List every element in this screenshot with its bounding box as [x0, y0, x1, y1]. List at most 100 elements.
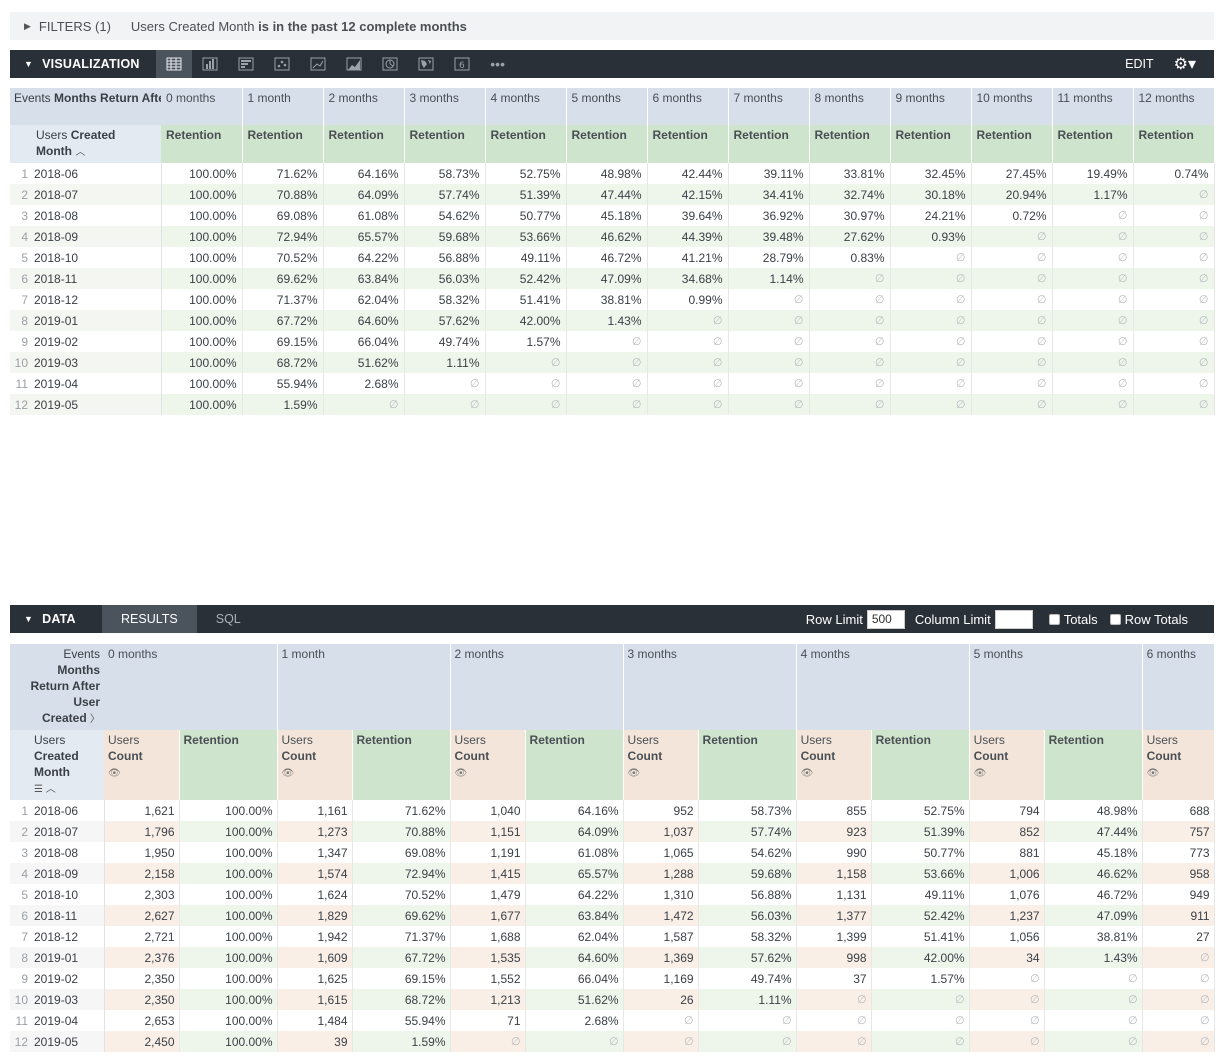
eye-slash-icon[interactable]: 👁 [282, 768, 295, 779]
retention-cell[interactable]: ∅ [1133, 289, 1215, 310]
retention-cell[interactable]: 27.45% [971, 163, 1053, 184]
count-cell[interactable]: ∅ [796, 1010, 872, 1031]
dimension-cell[interactable]: 2019-05 [32, 394, 162, 415]
retention-cell[interactable]: 56.03% [698, 905, 797, 926]
retention-cell[interactable]: 66.04% [323, 331, 405, 352]
measure-header[interactable]: Retention [1052, 125, 1134, 163]
count-cell[interactable]: 990 [796, 842, 872, 863]
retention-cell[interactable]: 64.16% [525, 800, 624, 821]
retention-cell[interactable]: 45.18% [566, 205, 648, 226]
count-cell[interactable]: 1,950 [104, 842, 180, 863]
dimension-cell[interactable]: 2019-04 [32, 373, 162, 394]
count-cell[interactable]: 1,369 [623, 947, 699, 968]
count-cell[interactable]: ∅ [1142, 989, 1215, 1010]
retention-cell[interactable]: 100.00% [179, 800, 278, 821]
measure-header[interactable]: Retention [890, 125, 972, 163]
retention-cell[interactable]: 1.59% [242, 394, 324, 415]
retention-cell[interactable]: 71.62% [352, 800, 451, 821]
retention-cell[interactable]: 49.74% [698, 968, 797, 989]
retention-cell[interactable]: ∅ [1052, 289, 1134, 310]
retention-cell[interactable]: 47.09% [566, 268, 648, 289]
retention-cell[interactable]: ∅ [485, 352, 567, 373]
count-cell[interactable]: 1,535 [450, 947, 526, 968]
sort-ascending-icon[interactable]: ☰ ︿ [34, 784, 56, 795]
retention-cell[interactable]: ∅ [890, 289, 972, 310]
count-cell[interactable]: 1,609 [277, 947, 353, 968]
count-cell[interactable]: 881 [969, 842, 1045, 863]
retention-cell[interactable]: 58.32% [404, 289, 486, 310]
retention-cell[interactable]: 100.00% [161, 394, 243, 415]
retention-cell[interactable]: 100.00% [179, 947, 278, 968]
count-cell[interactable]: 1,796 [104, 821, 180, 842]
retention-cell[interactable]: ∅ [647, 373, 729, 394]
retention-cell[interactable]: 19.49% [1052, 163, 1134, 184]
retention-cell[interactable]: 64.60% [525, 947, 624, 968]
retention-header[interactable]: Retention [871, 730, 970, 800]
retention-cell[interactable]: 24.21% [890, 205, 972, 226]
retention-cell[interactable]: 20.94% [971, 184, 1053, 205]
retention-cell[interactable]: 45.18% [1044, 842, 1143, 863]
retention-cell[interactable]: 41.21% [647, 247, 729, 268]
retention-cell[interactable]: 42.44% [647, 163, 729, 184]
count-cell[interactable]: ∅ [969, 968, 1045, 989]
retention-cell[interactable]: ∅ [890, 268, 972, 289]
count-cell[interactable]: 1,273 [277, 821, 353, 842]
retention-cell[interactable]: 100.00% [179, 968, 278, 989]
retention-cell[interactable]: ∅ [890, 394, 972, 415]
count-cell[interactable]: 1,213 [450, 989, 526, 1010]
retention-cell[interactable]: 46.72% [566, 247, 648, 268]
retention-cell[interactable]: 1.11% [404, 352, 486, 373]
retention-cell[interactable]: 63.84% [525, 905, 624, 926]
visualization-toggle[interactable]: ▼ VISUALIZATION [10, 50, 140, 78]
measure-header[interactable]: Retention [647, 125, 729, 163]
retention-cell[interactable]: 72.94% [352, 863, 451, 884]
retention-cell[interactable]: 100.00% [161, 184, 243, 205]
retention-cell[interactable]: 100.00% [161, 373, 243, 394]
retention-cell[interactable]: 66.04% [525, 968, 624, 989]
retention-cell[interactable]: 46.62% [566, 226, 648, 247]
measure-header[interactable]: Retention [485, 125, 567, 163]
retention-cell[interactable]: 63.84% [323, 268, 405, 289]
retention-cell[interactable]: 100.00% [161, 226, 243, 247]
count-cell[interactable]: 911 [1142, 905, 1215, 926]
retention-cell[interactable]: ∅ [971, 226, 1053, 247]
count-cell[interactable]: 2,627 [104, 905, 180, 926]
retention-cell[interactable]: ∅ [728, 394, 810, 415]
retention-cell[interactable]: 51.62% [525, 989, 624, 1010]
retention-cell[interactable]: 100.00% [161, 352, 243, 373]
retention-cell[interactable]: ∅ [728, 373, 810, 394]
retention-cell[interactable]: 42.00% [485, 310, 567, 331]
measure-header[interactable]: Retention [161, 125, 243, 163]
retention-cell[interactable]: 59.68% [404, 226, 486, 247]
retention-cell[interactable]: ∅ [809, 352, 891, 373]
retention-cell[interactable]: ∅ [1052, 331, 1134, 352]
count-cell[interactable]: 1,191 [450, 842, 526, 863]
retention-cell[interactable]: ∅ [971, 310, 1053, 331]
retention-cell[interactable]: ∅ [728, 289, 810, 310]
row-totals-checkbox[interactable] [1109, 613, 1121, 625]
dimension-cell[interactable]: 2018-08 [32, 842, 105, 863]
retention-cell[interactable]: ∅ [1052, 310, 1134, 331]
retention-cell[interactable]: 54.62% [404, 205, 486, 226]
retention-cell[interactable]: 58.32% [698, 926, 797, 947]
retention-cell[interactable]: 69.08% [242, 205, 324, 226]
retention-cell[interactable]: 64.22% [323, 247, 405, 268]
retention-cell[interactable]: 61.08% [525, 842, 624, 863]
count-cell[interactable]: 34 [969, 947, 1045, 968]
retention-cell[interactable]: 51.41% [485, 289, 567, 310]
measure-header[interactable]: Retention [566, 125, 648, 163]
count-cell[interactable]: 998 [796, 947, 872, 968]
count-cell[interactable]: 1,040 [450, 800, 526, 821]
retention-cell[interactable]: ∅ [809, 289, 891, 310]
count-cell[interactable]: ∅ [796, 989, 872, 1010]
users-count-header[interactable]: Users Count 👁 [969, 730, 1045, 800]
pie-icon[interactable] [372, 50, 408, 78]
retention-cell[interactable]: ∅ [404, 394, 486, 415]
count-cell[interactable]: 1,415 [450, 863, 526, 884]
count-cell[interactable]: ∅ [969, 1010, 1045, 1031]
count-cell[interactable]: ∅ [1142, 1031, 1215, 1052]
measure-header[interactable]: Retention [809, 125, 891, 163]
count-cell[interactable]: 1,688 [450, 926, 526, 947]
count-cell[interactable]: 952 [623, 800, 699, 821]
retention-cell[interactable]: 62.04% [525, 926, 624, 947]
